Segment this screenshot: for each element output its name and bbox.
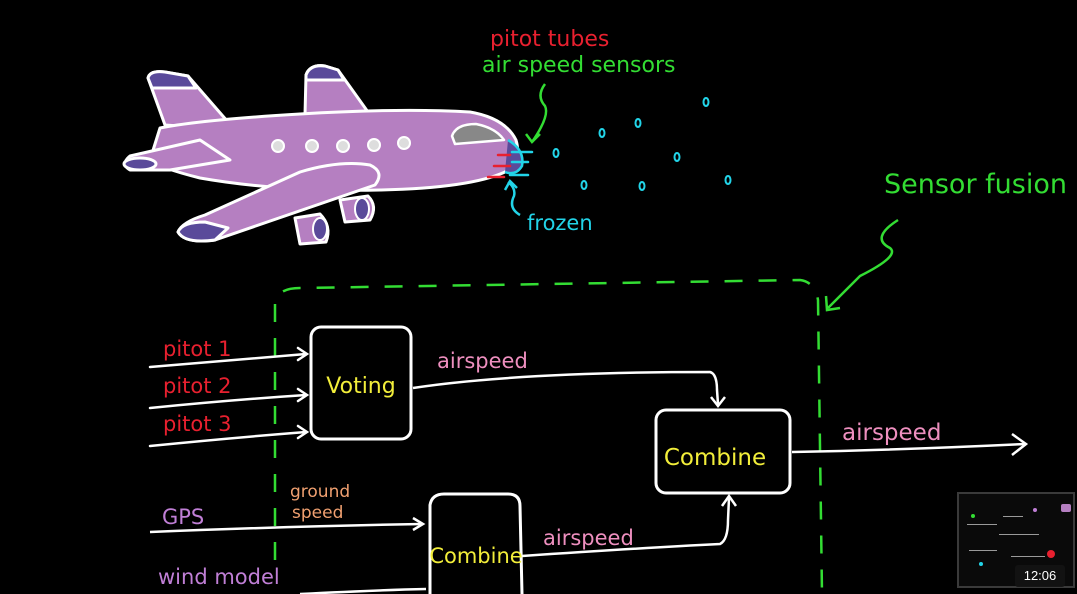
label-speed: speed bbox=[292, 503, 343, 523]
voting-label: Voting bbox=[326, 374, 395, 399]
airplane-engine-rear bbox=[338, 194, 375, 224]
sensor-fusion-diagram: pitot tubes air speed sensors frozen Sen… bbox=[0, 0, 1077, 594]
label-gps: GPS bbox=[162, 505, 204, 529]
label-airspeed-output: airspeed bbox=[842, 420, 941, 446]
label-air-speed-sensors: air speed sensors bbox=[482, 53, 675, 78]
label-pitot-2: pitot 2 bbox=[163, 374, 232, 398]
video-timestamp: 12:06 bbox=[1015, 565, 1065, 587]
label-pitot-1: pitot 1 bbox=[163, 337, 232, 361]
label-frozen: frozen bbox=[527, 211, 593, 235]
combine-secondary-label: Combine bbox=[429, 544, 522, 568]
label-ground: ground bbox=[290, 482, 350, 502]
label-sensor-fusion: Sensor fusion bbox=[884, 169, 1067, 200]
combine-main-label: Combine bbox=[664, 445, 766, 471]
label-pitot-tubes: pitot tubes bbox=[490, 27, 609, 52]
label-pitot-3: pitot 3 bbox=[163, 412, 232, 436]
label-wind-model: wind model bbox=[158, 565, 280, 589]
label-airspeed-combine: airspeed bbox=[543, 526, 634, 550]
label-airspeed-voting: airspeed bbox=[437, 349, 528, 373]
airplane-engine-front bbox=[293, 212, 330, 246]
